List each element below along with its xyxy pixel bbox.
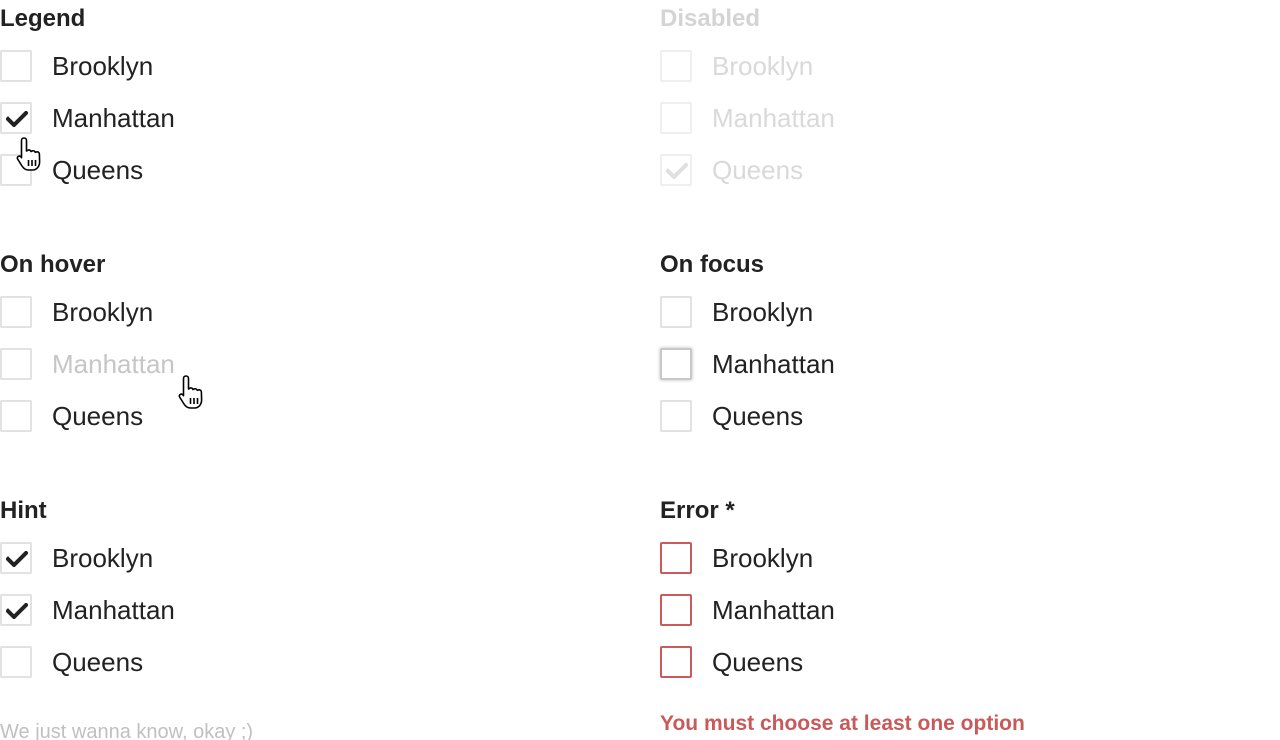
checkbox-box[interactable] bbox=[660, 542, 692, 574]
checkbox-manhattan[interactable]: Manhattan bbox=[0, 92, 600, 144]
checkbox-box[interactable] bbox=[660, 296, 692, 328]
checkbox-label: Queens bbox=[712, 401, 804, 431]
error-checkbox-group: Error * Brooklyn Manhattan Queens bbox=[660, 496, 1260, 688]
checkbox-box bbox=[660, 154, 692, 186]
checkbox-queens[interactable]: Queens bbox=[0, 390, 600, 442]
checkbox-box[interactable] bbox=[660, 646, 692, 678]
checkbox-queens-disabled: Queens bbox=[660, 144, 1260, 196]
checkbox-box[interactable] bbox=[660, 400, 692, 432]
checkbox-box[interactable] bbox=[0, 102, 32, 134]
checkbox-label: Queens bbox=[712, 155, 804, 185]
checkbox-label: Queens bbox=[712, 647, 804, 677]
group-title: On hover bbox=[0, 251, 106, 278]
checkbox-box[interactable] bbox=[0, 154, 32, 186]
error-message: You must choose at least one option bbox=[660, 712, 1025, 735]
checkbox-label: Manhattan bbox=[712, 595, 835, 625]
checkbox-box[interactable] bbox=[0, 594, 32, 626]
checkbox-manhattan-disabled: Manhattan bbox=[660, 92, 1260, 144]
checkbox-brooklyn-error[interactable]: Brooklyn bbox=[660, 532, 1260, 584]
checkbox-manhattan-focused[interactable]: Manhattan bbox=[660, 338, 1260, 390]
checkbox-label: Manhattan bbox=[52, 349, 175, 379]
checkbox-label: Manhattan bbox=[52, 103, 175, 133]
checkbox-label: Brooklyn bbox=[712, 543, 814, 573]
checkbox-box[interactable] bbox=[0, 296, 32, 328]
checkbox-brooklyn[interactable]: Brooklyn bbox=[660, 286, 1260, 338]
checkbox-box[interactable] bbox=[0, 400, 32, 432]
group-title: Disabled bbox=[660, 5, 761, 32]
checkbox-queens[interactable]: Queens bbox=[0, 636, 600, 688]
checkbox-label: Brooklyn bbox=[52, 51, 154, 81]
checkbox-manhattan-hovered[interactable]: Manhattan bbox=[0, 338, 600, 390]
checkbox-label: Manhattan bbox=[712, 103, 835, 133]
group-title: Hint bbox=[0, 497, 47, 524]
checkbox-label: Queens bbox=[52, 647, 144, 677]
checkbox-queens[interactable]: Queens bbox=[660, 390, 1260, 442]
checkbox-label: Brooklyn bbox=[52, 543, 154, 573]
checkbox-label: Manhattan bbox=[712, 349, 835, 379]
hover-checkbox-group: On hover Brooklyn Manhattan Queens bbox=[0, 250, 600, 442]
checkbox-box bbox=[660, 50, 692, 82]
check-icon bbox=[6, 551, 28, 567]
checkbox-label: Brooklyn bbox=[712, 51, 814, 81]
checkbox-label: Manhattan bbox=[52, 595, 175, 625]
checkbox-queens[interactable]: Queens bbox=[0, 144, 600, 196]
focus-checkbox-group: On focus Brooklyn Manhattan Queens bbox=[660, 250, 1260, 442]
disabled-checkbox-group: Disabled Brooklyn Manhattan Queens bbox=[660, 4, 1260, 196]
checkbox-box[interactable] bbox=[660, 594, 692, 626]
checkbox-label: Brooklyn bbox=[52, 297, 154, 327]
group-title: On focus bbox=[660, 251, 765, 278]
checkbox-brooklyn[interactable]: Brooklyn bbox=[0, 532, 600, 584]
check-icon bbox=[6, 111, 28, 127]
check-icon bbox=[666, 163, 688, 179]
checkbox-queens-error[interactable]: Queens bbox=[660, 636, 1260, 688]
group-title: Legend bbox=[0, 5, 86, 32]
checkbox-box[interactable] bbox=[0, 542, 32, 574]
checkbox-manhattan[interactable]: Manhattan bbox=[0, 584, 600, 636]
checkbox-brooklyn-disabled: Brooklyn bbox=[660, 40, 1260, 92]
hint-text: We just wanna know, okay ;) bbox=[0, 721, 254, 740]
checkbox-box[interactable] bbox=[0, 348, 32, 380]
checkbox-box[interactable] bbox=[0, 646, 32, 678]
checkbox-label: Queens bbox=[52, 401, 144, 431]
checkbox-box bbox=[660, 102, 692, 134]
checkbox-label: Brooklyn bbox=[712, 297, 814, 327]
legend-checkbox-group: Legend Brooklyn Manhattan Queens bbox=[0, 4, 600, 196]
checkbox-brooklyn[interactable]: Brooklyn bbox=[0, 286, 600, 338]
check-icon bbox=[6, 603, 28, 619]
checkbox-box[interactable] bbox=[0, 50, 32, 82]
hint-checkbox-group: Hint Brooklyn Manhattan Queens bbox=[0, 496, 600, 688]
checkbox-box[interactable] bbox=[660, 348, 692, 380]
checkbox-manhattan-error[interactable]: Manhattan bbox=[660, 584, 1260, 636]
checkbox-brooklyn[interactable]: Brooklyn bbox=[0, 40, 600, 92]
group-title: Error * bbox=[660, 497, 735, 524]
checkbox-label: Queens bbox=[52, 155, 144, 185]
